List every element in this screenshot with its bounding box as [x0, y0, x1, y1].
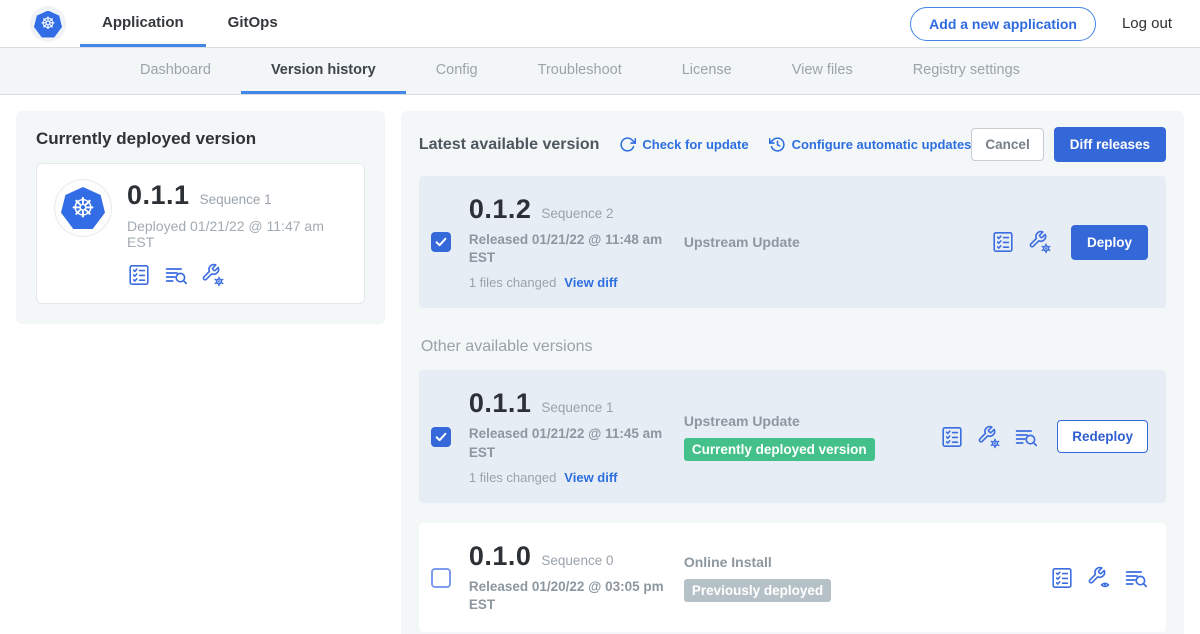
top-nav: ApplicationGitOps Add a new application … [0, 0, 1200, 48]
version-info: 0.1.0 Sequence 0 Released 01/20/22 @ 03:05… [469, 541, 684, 614]
version-info: 0.1.1 Sequence 1 Released 01/21/22 @ 11:45… [469, 388, 684, 484]
sub-tab-view-files[interactable]: View files [762, 48, 883, 94]
preflight-checks-icon[interactable] [940, 425, 964, 449]
released-timestamp: Released 01/20/22 @ 03:05 pm EST [469, 578, 684, 614]
deployed-sequence-label: Sequence 1 [200, 192, 272, 207]
logout-link[interactable]: Log out [1122, 15, 1172, 32]
check-for-update-label: Check for update [642, 137, 748, 152]
view-diff-link[interactable]: View diff [564, 470, 617, 485]
deploy-logs-icon[interactable] [1124, 566, 1148, 590]
deployed-card-title: Currently deployed version [36, 129, 365, 149]
refresh-icon [619, 136, 636, 153]
version-number: 0.1.2 [469, 194, 532, 225]
other-versions-container: 0.1.1 Sequence 1 Released 01/21/22 @ 11:45… [419, 370, 1166, 632]
files-changed-label: 1 files changed [469, 275, 556, 290]
sequence-label: Sequence 1 [541, 400, 613, 415]
configure-automatic-updates-label: Configure automatic updates [792, 137, 972, 152]
deploy-logs-icon[interactable] [164, 263, 188, 287]
sequence-label: Sequence 0 [541, 553, 613, 568]
latest-version-row-container: 0.1.2 Sequence 2 Released 01/21/22 @ 11:48… [419, 176, 1166, 308]
cancel-button[interactable]: Cancel [971, 128, 1043, 161]
sub-tab-config[interactable]: Config [406, 48, 508, 94]
configure-automatic-updates-link[interactable]: Configure automatic updates [769, 136, 972, 153]
version-number: 0.1.0 [469, 541, 532, 572]
add-application-button[interactable]: Add a new application [910, 7, 1096, 41]
version-checkbox[interactable] [431, 232, 451, 252]
released-timestamp: Released 01/21/22 @ 11:48 am EST [469, 231, 684, 267]
version-info: 0.1.2 Sequence 2 Released 01/21/22 @ 11:48… [469, 194, 684, 290]
source-label: Upstream Update [684, 234, 919, 250]
kubernetes-logo-icon [30, 6, 66, 42]
latest-version-title: Latest available version [419, 136, 600, 154]
top-tab-application[interactable]: Application [80, 0, 206, 47]
app-sub-nav: DashboardVersion historyConfigTroublesho… [0, 48, 1200, 95]
preflight-checks-icon[interactable] [1050, 566, 1074, 590]
deployed-timestamp: Deployed 01/21/22 @ 11:47 am EST [127, 218, 346, 250]
sub-tab-version-history[interactable]: Version history [241, 48, 406, 94]
latest-version-header: Latest available version Check for updat… [419, 127, 1166, 162]
deploy-logs-icon[interactable] [1014, 425, 1038, 449]
preflight-checks-icon[interactable] [991, 230, 1015, 254]
deployed-version-number: 0.1.1 [127, 180, 190, 211]
deployment-status-badge: Currently deployed version [684, 438, 875, 461]
version-history-panel: Latest available version Check for updat… [401, 111, 1184, 634]
diff-releases-button[interactable]: Diff releases [1054, 127, 1166, 162]
view-diff-link[interactable]: View diff [564, 275, 617, 290]
edit-config-icon[interactable] [201, 263, 225, 287]
redeploy-button[interactable]: Redeploy [1057, 420, 1148, 453]
view-config-icon[interactable] [1087, 566, 1111, 590]
version-checkbox[interactable] [431, 568, 451, 588]
kubernetes-helm-icon [34, 11, 62, 38]
source-label: Upstream Update [684, 413, 919, 429]
other-versions-title: Other available versions [421, 338, 1166, 356]
preflight-checks-icon[interactable] [127, 263, 151, 287]
currently-deployed-card: Currently deployed version 0.1.1 Sequenc… [16, 111, 385, 324]
sub-tab-license[interactable]: License [652, 48, 762, 94]
version-actions [1050, 566, 1148, 590]
version-source: Upstream Update [684, 234, 919, 250]
edit-config-icon[interactable] [977, 425, 1001, 449]
check-for-update-link[interactable]: Check for update [619, 136, 748, 153]
clock-refresh-icon [769, 136, 786, 153]
sub-tab-registry-settings[interactable]: Registry settings [883, 48, 1050, 94]
version-source: Online Install Previously deployed [684, 554, 919, 602]
version-row-0.1.0: 0.1.0 Sequence 0 Released 01/20/22 @ 03:05… [419, 523, 1166, 632]
version-actions: Redeploy [940, 420, 1148, 453]
deploy-button[interactable]: Deploy [1071, 225, 1148, 260]
main-content: Currently deployed version 0.1.1 Sequenc… [0, 95, 1200, 634]
sub-tab-troubleshoot[interactable]: Troubleshoot [508, 48, 652, 94]
version-checkbox[interactable] [431, 427, 451, 447]
top-nav-right: Add a new application Log out [910, 0, 1200, 47]
version-row-0.1.2: 0.1.2 Sequence 2 Released 01/21/22 @ 11:48… [419, 176, 1166, 308]
released-timestamp: Released 01/21/22 @ 11:45 am EST [469, 425, 684, 461]
version-source: Upstream Update Currently deployed versio… [684, 413, 919, 461]
sub-tab-dashboard[interactable]: Dashboard [110, 48, 241, 94]
version-number: 0.1.1 [469, 388, 532, 419]
deployed-version-details: 0.1.1 Sequence 1 Deployed 01/21/22 @ 11:… [127, 180, 346, 287]
sequence-label: Sequence 2 [541, 206, 613, 221]
top-tab-gitops[interactable]: GitOps [206, 0, 300, 47]
files-changed-label: 1 files changed [469, 470, 556, 485]
deployment-status-badge: Previously deployed [684, 579, 831, 602]
top-tab-bar: ApplicationGitOps [80, 0, 300, 47]
app-logo [55, 180, 111, 236]
version-actions: Deploy [991, 225, 1148, 260]
version-row-0.1.1: 0.1.1 Sequence 1 Released 01/21/22 @ 11:45… [419, 370, 1166, 502]
edit-config-icon[interactable] [1028, 230, 1052, 254]
deployed-version-card: 0.1.1 Sequence 1 Deployed 01/21/22 @ 11:… [36, 163, 365, 304]
kubernetes-helm-icon [61, 187, 105, 229]
deployed-actions [127, 263, 346, 287]
source-label: Online Install [684, 554, 919, 570]
header-buttons: Cancel Diff releases [971, 127, 1166, 162]
